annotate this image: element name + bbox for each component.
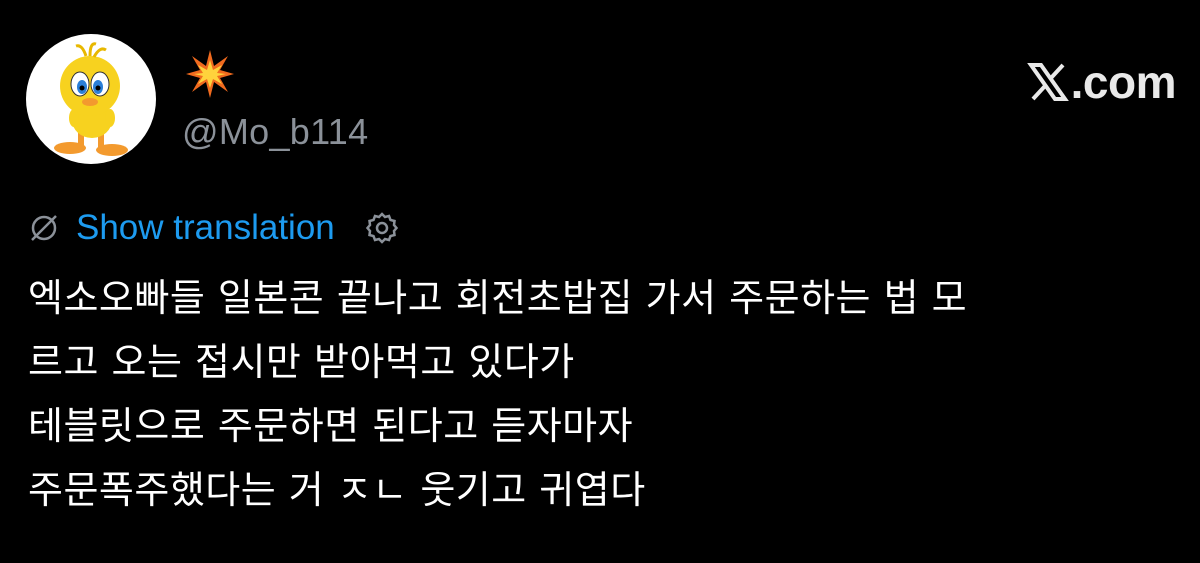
show-translation-link[interactable]: Show translation (76, 208, 335, 248)
tweety-bird-avatar (54, 42, 128, 156)
post-text-line: 엑소오빠들 일본콘 끝나고 회전초밥집 가서 주문하는 법 모 (28, 276, 968, 320)
avatar[interactable] (26, 34, 156, 164)
post-text-line: 르고 오는 접시만 받아먹고 있다가 (28, 340, 575, 384)
post-text: 엑소오빠들 일본콘 끝나고 회전초밥집 가서 주문하는 법 모 르고 오는 접시… (28, 266, 1178, 522)
author-handle[interactable]: @Mo_b114 (182, 110, 368, 154)
post-text-line: 테블릿으로 주문하면 된다고 듣자마자 (28, 404, 634, 448)
collision-emoji-icon (184, 48, 236, 100)
brand-watermark: .com (1026, 54, 1177, 110)
translation-row: Show translation (28, 206, 399, 250)
globe-slash-icon (28, 212, 60, 244)
post-header: @Mo_b114 .com (26, 34, 1177, 169)
post-text-line: 주문폭주했다는 거 ㅈㄴ 웃기고 귀엽다 (28, 468, 646, 512)
gear-icon[interactable] (365, 211, 399, 245)
x-logo-icon (1026, 61, 1069, 103)
brand-label: .com (1070, 56, 1177, 108)
